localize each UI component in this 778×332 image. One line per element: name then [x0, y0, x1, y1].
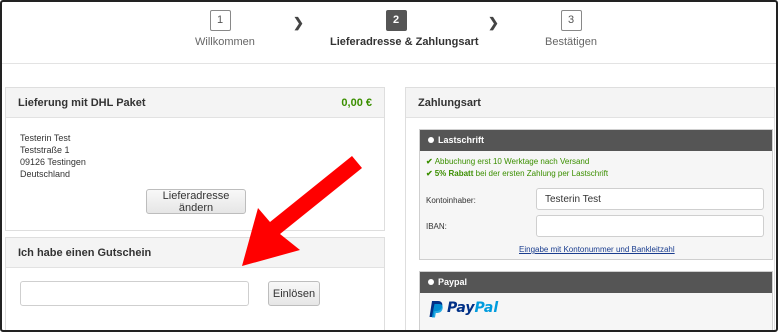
payment-panel: Zahlungsart Lastschrift ✔ Abbuchung erst … [405, 87, 775, 330]
checkmark-icon: ✔ [426, 169, 433, 178]
step-label: Lieferadresse & Zahlungsart [330, 36, 479, 48]
step-welcome[interactable]: 1 Willkommen [195, 10, 255, 48]
paypal-wordmark: PayPal [447, 300, 498, 316]
account-number-link[interactable]: Eingabe mit Kontonummer und Bankleitzahl [519, 245, 675, 254]
voucher-code-input[interactable] [20, 281, 249, 306]
checkout-stepper: 1 Willkommen ❯ 2 Lieferadresse & Zahlung… [2, 2, 776, 64]
payment-panel-header: Zahlungsart [406, 88, 774, 118]
address-country: Deutschland [20, 169, 71, 179]
payment-option-paypal[interactable]: Paypal PayPal [419, 271, 773, 330]
step-label: Bestätigen [545, 36, 597, 48]
paypal-wordmark-pay: Pay [447, 300, 475, 316]
lastschrift-header[interactable]: Lastschrift [420, 130, 772, 151]
change-address-button[interactable]: Lieferadresse ändern [146, 189, 246, 214]
paypal-header[interactable]: Paypal [420, 272, 772, 293]
paypal-title: Paypal [438, 277, 468, 287]
step-number: 1 [209, 10, 231, 31]
payment-title: Zahlungsart [418, 97, 481, 109]
delivery-address: Testerin Test Teststraße 1 09126 Testing… [20, 132, 86, 180]
paypal-p-icon [429, 301, 443, 318]
radio-icon [428, 278, 434, 285]
delivery-title: Lieferung mit DHL Paket [18, 97, 146, 109]
lastschrift-title: Lastschrift [438, 135, 485, 145]
red-arrow-annotation [242, 156, 362, 266]
note-text: bei der ersten Zahlung per Lastschrift [473, 169, 609, 178]
account-owner-input[interactable] [536, 188, 764, 210]
paypal-wordmark-pal: Pal [474, 300, 499, 316]
account-owner-label: Kontoinhaber: [426, 196, 476, 205]
step-number: 3 [560, 10, 582, 31]
address-street: Teststraße 1 [20, 145, 70, 155]
step-address-payment[interactable]: 2 Lieferadresse & Zahlungsart [330, 10, 479, 48]
note-text: Abbuchung erst 10 Werktage nach Versand [434, 157, 590, 166]
delivery-price: 0,00 € [341, 97, 372, 109]
lastschrift-note-discount: ✔ 5% Rabatt bei der ersten Zahlung per La… [426, 169, 608, 178]
iban-input[interactable] [536, 215, 764, 237]
radio-selected-icon [428, 136, 434, 143]
checkmark-icon: ✔ [426, 157, 433, 166]
step-confirm[interactable]: 3 Bestätigen [545, 10, 597, 48]
step-label: Willkommen [195, 36, 255, 48]
step-number: 2 [385, 10, 407, 31]
chevron-right-icon: ❯ [488, 15, 499, 30]
chevron-right-icon: ❯ [293, 15, 304, 30]
discount-text: 5% Rabatt [434, 169, 474, 178]
payment-option-lastschrift[interactable]: Lastschrift ✔ Abbuchung erst 10 Werktage … [419, 129, 773, 260]
redeem-voucher-button[interactable]: Einlösen [268, 281, 320, 306]
lastschrift-note-delay: ✔ Abbuchung erst 10 Werktage nach Versand [426, 157, 589, 166]
address-city: 09126 Testingen [20, 157, 86, 167]
voucher-title: Ich habe einen Gutschein [18, 247, 152, 259]
checkout-page: 1 Willkommen ❯ 2 Lieferadresse & Zahlung… [0, 0, 778, 332]
delivery-panel-header: Lieferung mit DHL Paket 0,00 € [6, 88, 384, 118]
iban-label: IBAN: [426, 222, 447, 231]
address-name: Testerin Test [20, 133, 71, 143]
